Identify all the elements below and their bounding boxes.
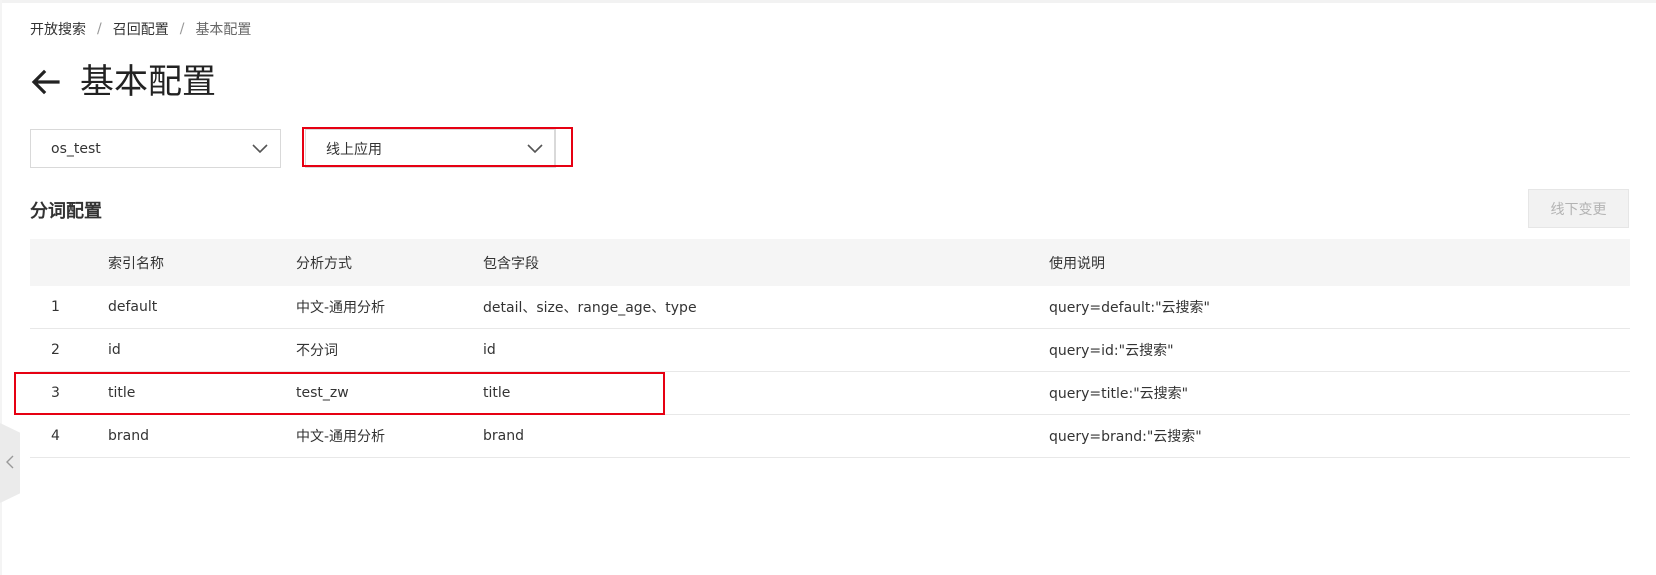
table-row: 2 id 不分词 id query=id:"云搜索" <box>30 329 1630 372</box>
breadcrumb-item-recall-config[interactable]: 召回配置 <box>113 19 169 39</box>
breadcrumb-item-current: 基本配置 <box>195 22 252 38</box>
usage: query=brand:"云搜索" <box>1049 429 1202 445</box>
table-row: 1 default 中文-通用分析 detail、size、range_age、… <box>30 286 1630 329</box>
offline-change-button[interactable]: 线下变更 <box>1528 189 1629 228</box>
usage: query=default:"云搜索" <box>1049 300 1210 316</box>
breadcrumb-item-open-search[interactable]: 开放搜索 <box>30 19 86 39</box>
row-number: 4 <box>51 428 60 444</box>
page: 开放搜索 / 召回配置 / 基本配置 基本配置 os_test 线上应用 分词配… <box>0 0 1656 575</box>
fields: brand <box>483 428 524 444</box>
environment-select[interactable]: 线上应用 <box>305 129 556 168</box>
sidebar-collapse-toggle[interactable] <box>0 423 20 503</box>
breadcrumb-separator: / <box>97 21 102 37</box>
index-name: title <box>108 385 136 401</box>
column-header-usage: 使用说明 <box>1049 255 1105 272</box>
table-row: 4 brand 中文-通用分析 brand query=brand:"云搜索" <box>30 415 1630 458</box>
row-number: 1 <box>51 299 60 315</box>
fields: detail、size、range_age、type <box>483 300 697 316</box>
fields: id <box>483 342 496 358</box>
analyzer: 中文-通用分析 <box>296 429 386 445</box>
top-divider <box>0 0 1656 3</box>
index-name: brand <box>108 428 149 444</box>
table-header: 索引名称 分析方式 包含字段 使用说明 <box>30 239 1630 286</box>
index-name: id <box>108 342 121 358</box>
arrow-left-icon[interactable] <box>30 66 62 98</box>
fields: title <box>483 385 511 401</box>
app-select[interactable]: os_test <box>30 129 281 168</box>
breadcrumb-separator: / <box>179 21 185 37</box>
chevron-left-icon <box>6 454 14 473</box>
section-title: 分词配置 <box>30 201 102 222</box>
analyzer: 不分词 <box>296 343 338 359</box>
analyzer: test_zw <box>296 385 349 401</box>
page-title: 基本配置 <box>80 62 216 102</box>
chevron-down-icon <box>240 130 280 167</box>
app-select-value: os_test <box>51 140 101 157</box>
usage: query=title:"云搜索" <box>1049 386 1189 402</box>
environment-select-value: 线上应用 <box>326 141 382 158</box>
row-number: 2 <box>51 342 60 358</box>
usage: query=id:"云搜索" <box>1049 343 1174 359</box>
column-header-index-name: 索引名称 <box>108 255 164 272</box>
index-name: default <box>108 299 158 315</box>
breadcrumb: 开放搜索 / 召回配置 / 基本配置 <box>30 19 251 39</box>
title-row: 基本配置 <box>30 62 216 102</box>
analyzer: 中文-通用分析 <box>296 300 386 316</box>
chevron-down-icon <box>515 130 555 167</box>
column-header-analyzer: 分析方式 <box>296 255 352 272</box>
table-row: 3 title test_zw title query=title:"云搜索" <box>30 372 1630 415</box>
row-number: 3 <box>51 385 60 401</box>
column-header-fields: 包含字段 <box>483 255 539 272</box>
analyzer-table: 索引名称 分析方式 包含字段 使用说明 1 default 中文-通用分析 de… <box>30 239 1630 458</box>
